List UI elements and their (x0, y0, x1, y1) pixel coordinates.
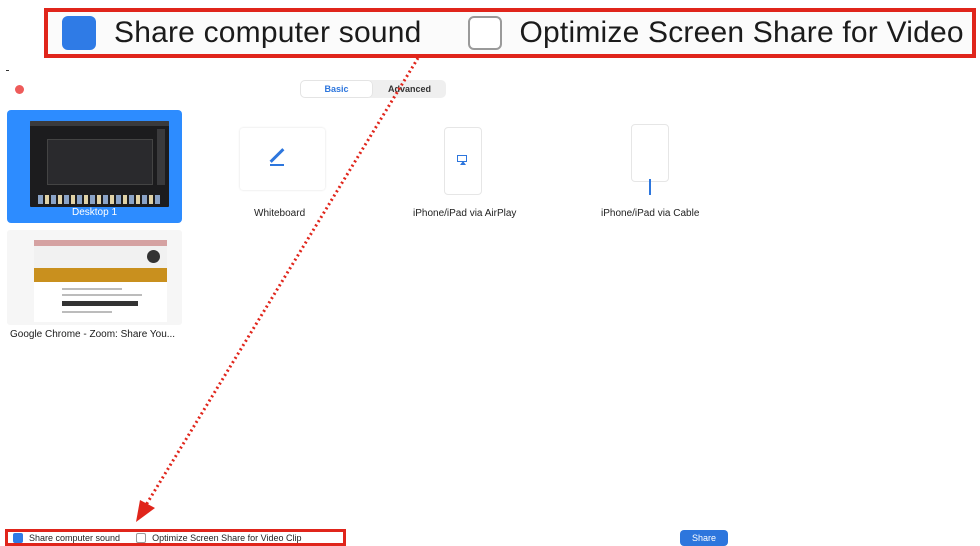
source-cable[interactable] (631, 124, 669, 195)
pencil-icon (269, 148, 285, 163)
text-line (62, 288, 122, 290)
seal-icon (147, 250, 160, 263)
window-close-button[interactable] (15, 85, 24, 94)
window-preview (47, 139, 153, 185)
divider (6, 70, 9, 71)
optimize-label: Optimize Screen Share for Video Clip (152, 532, 302, 543)
lightning-cable-icon (649, 179, 651, 195)
airplay-icon-triangle (460, 161, 466, 165)
share-button[interactable]: Share (680, 530, 728, 546)
pencil-icon-underline (270, 164, 284, 166)
menu-bar (30, 121, 169, 126)
source-airplay[interactable] (444, 127, 482, 195)
nav-band (34, 268, 167, 282)
zoom-callout: Share computer sound Optimize Screen Sha… (44, 8, 976, 58)
share-sound-label-zoomed: Share computer sound (114, 16, 422, 49)
optimize-checkbox[interactable] (136, 532, 147, 543)
chrome-thumbnail (34, 240, 167, 322)
optimize-checkbox-zoomed[interactable] (467, 16, 502, 50)
optimize-label-zoomed: Optimize Screen Share for Video Clip (519, 16, 976, 49)
share-sound-checkbox-zoomed[interactable] (62, 16, 96, 50)
tab-basic[interactable]: Basic (300, 80, 373, 98)
code-block (62, 301, 138, 306)
tab-bar: Basic Advanced (300, 80, 446, 98)
text-line (62, 311, 112, 313)
footer-options: Share computer sound Optimize Screen Sha… (5, 529, 346, 546)
dock-preview (38, 195, 160, 204)
whiteboard-label: Whiteboard (254, 208, 306, 219)
source-chrome-window[interactable] (7, 230, 182, 325)
text-line (62, 294, 142, 296)
airplay-label: iPhone/iPad via AirPlay (413, 208, 517, 219)
share-sound-label: Share computer sound (29, 532, 121, 543)
share-sound-checkbox[interactable] (13, 532, 23, 543)
desktop-thumbnail (30, 121, 169, 207)
source-desktop-1[interactable]: Desktop 1 (7, 110, 182, 223)
source-whiteboard[interactable] (240, 128, 325, 190)
side-panel (157, 129, 165, 185)
chrome-label: Google Chrome - Zoom: Share You... (10, 329, 176, 340)
desktop-label: Desktop 1 (71, 207, 118, 218)
tab-advanced[interactable]: Advanced (373, 80, 446, 98)
cable-label: iPhone/iPad via Cable (601, 208, 700, 219)
